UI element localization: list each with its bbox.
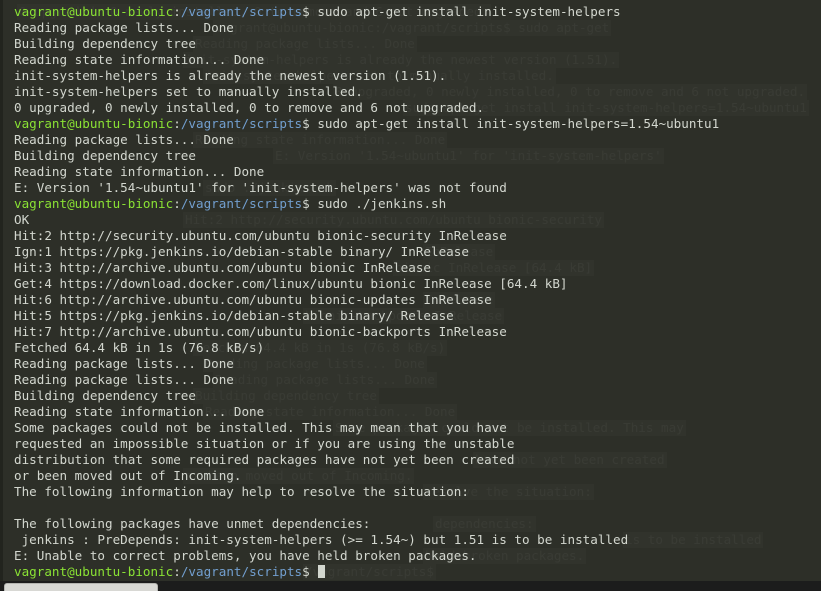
terminal-output-line: Reading state information... Done xyxy=(14,164,821,180)
terminal-output-line: OK xyxy=(14,212,821,228)
terminal-screen[interactable]: vagrant@ubuntu-bionic:/vagrant/scripts$ … xyxy=(3,0,821,581)
prompt-sigil: $ xyxy=(302,116,318,131)
terminal-output-line: The following information may help to re… xyxy=(14,484,821,500)
terminal-output-text: Some packages could not be installed. Th… xyxy=(14,420,507,435)
terminal-prompt-line: vagrant@ubuntu-bionic:/vagrant/scripts$ … xyxy=(14,196,821,212)
terminal-output-line: E: Unable to correct problems, you have … xyxy=(14,548,821,564)
prompt-separator: : xyxy=(173,196,181,211)
terminal-output-text: or been moved out of Incoming. xyxy=(14,468,242,483)
terminal-output-line: Reading package lists... Done xyxy=(14,356,821,372)
terminal-output-line: Reading state information... Done xyxy=(14,404,821,420)
prompt-user-host: vagrant@ubuntu-bionic xyxy=(14,196,174,211)
prompt-user-host: vagrant@ubuntu-bionic xyxy=(14,4,174,19)
terminal-output-line: Building dependency tree xyxy=(14,36,821,52)
terminal-output-text: distribution that some required packages… xyxy=(14,452,515,467)
terminal-output-text: Fetched 64.4 kB in 1s (76.8 kB/s) xyxy=(14,340,265,355)
terminal-command: sudo ./jenkins.sh xyxy=(317,196,447,211)
terminal-output-text: Hit:3 http://archive.ubuntu.com/ubuntu b… xyxy=(14,260,432,275)
prompt-separator: : xyxy=(173,4,181,19)
terminal-output-text: Hit:6 http://archive.ubuntu.com/ubuntu b… xyxy=(14,292,492,307)
terminal-command: sudo apt-get install init-system-helpers xyxy=(317,4,621,19)
terminal-output-text: Reading state information... Done xyxy=(14,52,265,67)
terminal-output-text: Hit:2 http://security.ubuntu.com/ubuntu … xyxy=(14,228,507,243)
terminal-output-text: Building dependency tree xyxy=(14,388,196,403)
terminal-output-line: distribution that some required packages… xyxy=(14,452,821,468)
terminal-output-text: Reading state information... Done xyxy=(14,404,265,419)
terminal-output-line: Ign:1 https://pkg.jenkins.io/debian-stab… xyxy=(14,244,821,260)
terminal-output-line: Fetched 64.4 kB in 1s (76.8 kB/s) xyxy=(14,340,821,356)
terminal-prompt-line: vagrant@ubuntu-bionic:/vagrant/scripts$ … xyxy=(14,116,821,132)
terminal-output-line: requested an impossible situation or if … xyxy=(14,436,821,452)
prompt-path: /vagrant/scripts xyxy=(180,116,303,131)
terminal-output-text: Reading package lists... Done xyxy=(14,372,234,387)
terminal-output-line: Reading state information... Done xyxy=(14,52,821,68)
terminal-output-text: Reading package lists... Done xyxy=(14,132,234,147)
terminal-prompt-line: vagrant@ubuntu-bionic:/vagrant/scripts$ … xyxy=(14,4,821,20)
prompt-user-host: vagrant@ubuntu-bionic xyxy=(14,564,174,579)
terminal-output-text: Ign:1 https://pkg.jenkins.io/debian-stab… xyxy=(14,244,469,259)
terminal-output-line: Reading package lists... Done xyxy=(14,132,821,148)
terminal-output-line: Reading package lists... Done xyxy=(14,20,821,36)
terminal-output-line: or been moved out of Incoming. xyxy=(14,468,821,484)
prompt-path: /vagrant/scripts xyxy=(180,564,303,579)
terminal-output-line: Hit:2 http://security.ubuntu.com/ubuntu … xyxy=(14,228,821,244)
prompt-separator: : xyxy=(173,564,181,579)
terminal-output-line: The following packages have unmet depend… xyxy=(14,516,821,532)
terminal-output-text: requested an impossible situation or if … xyxy=(14,436,515,451)
terminal-output-text: E: Version '1.54~ubuntu1' for 'init-syst… xyxy=(14,180,507,195)
terminal-output-line: Building dependency tree xyxy=(14,148,821,164)
prompt-user-host: vagrant@ubuntu-bionic xyxy=(14,116,174,131)
terminal-output-line: jenkins : PreDepends: init-system-helper… xyxy=(14,532,821,548)
prompt-sigil: $ xyxy=(302,196,318,211)
prompt-sigil: $ xyxy=(302,4,318,19)
terminal-output-line: Building dependency tree xyxy=(14,388,821,404)
terminal-output-line: E: Version '1.54~ubuntu1' for 'init-syst… xyxy=(14,180,821,196)
terminal-output-line: Reading package lists... Done xyxy=(14,372,821,388)
terminal-output-line: Hit:7 http://archive.ubuntu.com/ubuntu b… xyxy=(14,324,821,340)
terminal-output-line: Some packages could not be installed. Th… xyxy=(14,420,821,436)
terminal-output-text: Hit:7 http://archive.ubuntu.com/ubuntu b… xyxy=(14,324,507,339)
terminal-window[interactable]: 0 upgraded, 0 newly installed, 0 to remo… xyxy=(0,0,821,581)
terminal-output-text: The following information may help to re… xyxy=(14,484,469,499)
terminal-active-prompt-line[interactable]: vagrant@ubuntu-bionic:/vagrant/scripts$ xyxy=(14,564,821,580)
terminal-output-text: OK xyxy=(14,212,30,227)
terminal-output-line: Get:4 https://download.docker.com/linux/… xyxy=(14,276,821,292)
terminal-output-line: init-system-helpers is already the newes… xyxy=(14,68,821,84)
terminal-output-text: E: Unable to correct problems, you have … xyxy=(14,548,477,563)
text-cursor xyxy=(318,565,326,578)
terminal-output-text: jenkins : PreDepends: init-system-helper… xyxy=(14,532,629,547)
terminal-output-line: 0 upgraded, 0 newly installed, 0 to remo… xyxy=(14,100,821,116)
terminal-output-text: Reading package lists... Done xyxy=(14,20,234,35)
prompt-sigil: $ xyxy=(302,564,318,579)
terminal-output-line: Hit:3 http://archive.ubuntu.com/ubuntu b… xyxy=(14,260,821,276)
prompt-path: /vagrant/scripts xyxy=(180,196,303,211)
terminal-output-line: init-system-helpers set to manually inst… xyxy=(14,84,821,100)
terminal-output-text: Reading state information... Done xyxy=(14,164,265,179)
prompt-separator: : xyxy=(173,116,181,131)
terminal-output-text: Hit:5 https://pkg.jenkins.io/debian-stab… xyxy=(14,308,454,323)
terminal-output-text: The following packages have unmet depend… xyxy=(14,516,371,531)
taskbar-item[interactable] xyxy=(4,583,158,591)
terminal-command: sudo apt-get install init-system-helpers… xyxy=(317,116,720,131)
terminal-output-text: init-system-helpers is already the newes… xyxy=(14,68,447,83)
prompt-path: /vagrant/scripts xyxy=(180,4,303,19)
terminal-output-text: Get:4 https://download.docker.com/linux/… xyxy=(14,276,568,291)
terminal-output-text: Reading package lists... Done xyxy=(14,356,234,371)
terminal-output-text: 0 upgraded, 0 newly installed, 0 to remo… xyxy=(14,100,485,115)
terminal-output-line: Hit:5 https://pkg.jenkins.io/debian-stab… xyxy=(14,308,821,324)
terminal-output-line: Hit:6 http://archive.ubuntu.com/ubuntu b… xyxy=(14,292,821,308)
terminal-output-text: init-system-helpers set to manually inst… xyxy=(14,84,363,99)
terminal-output-text: Building dependency tree xyxy=(14,36,196,51)
terminal-output-text: Building dependency tree xyxy=(14,148,196,163)
